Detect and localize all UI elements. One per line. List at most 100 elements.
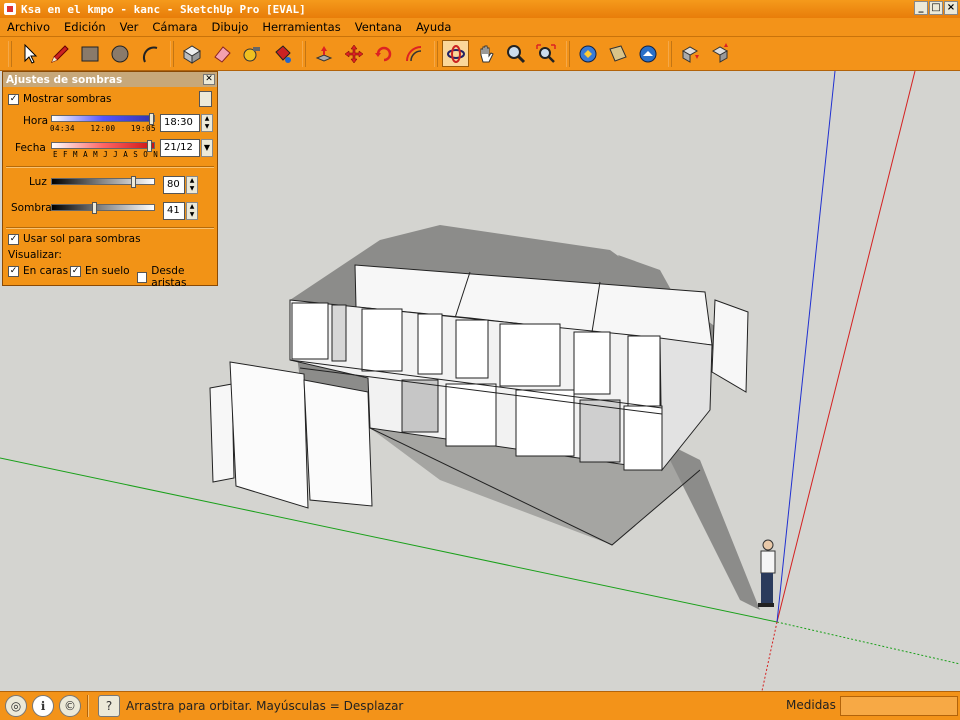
maximize-button[interactable]: □: [929, 1, 943, 15]
zoom-icon[interactable]: [502, 40, 529, 67]
time-tick: 19:05: [130, 124, 156, 133]
pencil-icon[interactable]: [46, 40, 73, 67]
eraser-icon[interactable]: [208, 40, 235, 67]
minimize-button[interactable]: _: [914, 1, 928, 15]
dark-spinner[interactable]: ▲ ▼: [186, 202, 198, 220]
select-icon[interactable]: [16, 40, 43, 67]
menu-archivo[interactable]: Archivo: [0, 20, 57, 34]
toolbar-grip[interactable]: [8, 40, 12, 67]
collapse-panel-button[interactable]: [199, 91, 212, 107]
push-pull-icon[interactable]: [310, 40, 337, 67]
on-ground-checkbox[interactable]: ✓: [70, 265, 81, 277]
orbit-icon[interactable]: [442, 40, 469, 67]
time-ticks: 04:34 12:00 19:05: [50, 124, 156, 133]
menu-ver[interactable]: Ver: [113, 20, 146, 34]
zoom-extents-icon[interactable]: [532, 40, 559, 67]
on-ground-row[interactable]: ✓ En suelo: [70, 265, 130, 277]
time-input[interactable]: 18:30: [160, 114, 200, 132]
show-shadows-row[interactable]: ✓ Mostrar sombras: [8, 93, 112, 105]
loose-panel: [711, 299, 749, 393]
get-models-icon[interactable]: [574, 40, 601, 67]
status-separator: [87, 695, 89, 717]
date-ticks: E F M A M J J A S O N D: [53, 150, 169, 159]
green-axis-negative: [776, 621, 960, 665]
use-sun-checkbox[interactable]: ✓: [8, 233, 19, 245]
menu-ventana[interactable]: Ventana: [348, 20, 409, 34]
loose-panel: [209, 383, 235, 483]
make-component-icon[interactable]: [178, 40, 205, 67]
panel-close-button[interactable]: ✕: [203, 74, 215, 85]
date-label: Fecha: [15, 142, 46, 154]
loose-panel: [303, 379, 373, 507]
export-icon[interactable]: [706, 40, 733, 67]
on-faces-label: En caras: [23, 265, 69, 277]
light-slider-knob[interactable]: [131, 176, 136, 188]
window-title: Ksa en el kmpo - kanc - SketchUp Pro [EV…: [21, 2, 306, 16]
share-model-icon[interactable]: [604, 40, 631, 67]
status-bar: ◎ ℹ © ? Arrastra para orbitar. Mayúscula…: [0, 691, 960, 720]
on-faces-row[interactable]: ✓ En caras: [8, 265, 68, 277]
shadow-settings-panel: Ajustes de sombras ✕ ✓ Mostrar sombras H…: [2, 71, 218, 289]
main-toolbar: [0, 36, 960, 71]
measurements-label: Medidas: [786, 698, 836, 712]
on-faces-checkbox[interactable]: ✓: [8, 265, 19, 277]
on-ground-label: En suelo: [85, 265, 130, 277]
move-icon[interactable]: [340, 40, 367, 67]
use-sun-label: Usar sol para sombras: [23, 233, 141, 245]
toolbar-separator: [302, 40, 306, 67]
light-input[interactable]: 80: [163, 176, 185, 194]
time-spinner[interactable]: ▲ ▼: [201, 114, 213, 132]
date-input[interactable]: 21/12: [160, 139, 200, 157]
menu-herramientas[interactable]: Herramientas: [255, 20, 347, 34]
date-slider-track[interactable]: [51, 142, 155, 149]
rectangle-icon[interactable]: [76, 40, 103, 67]
red-axis-negative: [761, 621, 778, 691]
dark-slider-knob[interactable]: [92, 202, 97, 214]
google-earth-icon[interactable]: [634, 40, 661, 67]
rotate-icon[interactable]: [370, 40, 397, 67]
time-tick: 12:00: [90, 124, 116, 133]
close-button[interactable]: ×: [944, 1, 958, 15]
panel-title-bar[interactable]: Ajustes de sombras ✕: [3, 72, 217, 87]
panel-divider: [6, 227, 214, 229]
light-slider-track[interactable]: [51, 178, 155, 185]
light-spinner[interactable]: ▲ ▼: [186, 176, 198, 194]
menu-edicion[interactable]: Edición: [57, 20, 113, 34]
toolbar-separator: [434, 40, 438, 67]
measurements-input[interactable]: [840, 696, 958, 716]
pan-icon[interactable]: [472, 40, 499, 67]
circle-icon[interactable]: [106, 40, 133, 67]
status-hint: Arrastra para orbitar. Mayúsculas = Desp…: [126, 699, 404, 713]
time-tick: 04:34: [50, 124, 76, 133]
offset-icon[interactable]: [400, 40, 427, 67]
arc-icon[interactable]: [136, 40, 163, 67]
credits-icon[interactable]: ©: [59, 695, 81, 717]
dark-slider-track[interactable]: [51, 204, 155, 211]
help-icon[interactable]: ?: [98, 695, 120, 717]
geo-location-icon[interactable]: ◎: [5, 695, 27, 717]
info-icon[interactable]: ℹ: [32, 695, 54, 717]
import-icon[interactable]: [676, 40, 703, 67]
display-label: Visualizar:: [8, 249, 62, 261]
menu-dibujo[interactable]: Dibujo: [205, 20, 256, 34]
title-bar: Ksa en el kmpo - kanc - SketchUp Pro [EV…: [0, 0, 960, 18]
toolbar-separator: [170, 40, 174, 67]
dark-input[interactable]: 41: [163, 202, 185, 220]
menu-camara[interactable]: Cámara: [145, 20, 204, 34]
date-dropdown-button[interactable]: ▼: [201, 139, 213, 157]
dark-label: Sombra: [11, 202, 52, 214]
menu-ayuda[interactable]: Ayuda: [409, 20, 459, 34]
time-slider-track[interactable]: [51, 115, 155, 122]
person-figure: [758, 539, 776, 607]
loose-panel: [229, 361, 309, 509]
tape-measure-icon[interactable]: [238, 40, 265, 67]
panel-title: Ajustes de sombras: [6, 73, 123, 86]
show-shadows-label: Mostrar sombras: [23, 93, 112, 105]
from-edges-row[interactable]: Desde aristas: [137, 265, 217, 289]
paint-bucket-icon[interactable]: [268, 40, 295, 67]
tall-shadow: [660, 440, 760, 610]
show-shadows-checkbox[interactable]: ✓: [8, 93, 19, 105]
use-sun-row[interactable]: ✓ Usar sol para sombras: [8, 233, 141, 245]
from-edges-checkbox[interactable]: [137, 271, 148, 283]
light-label: Luz: [29, 176, 47, 188]
